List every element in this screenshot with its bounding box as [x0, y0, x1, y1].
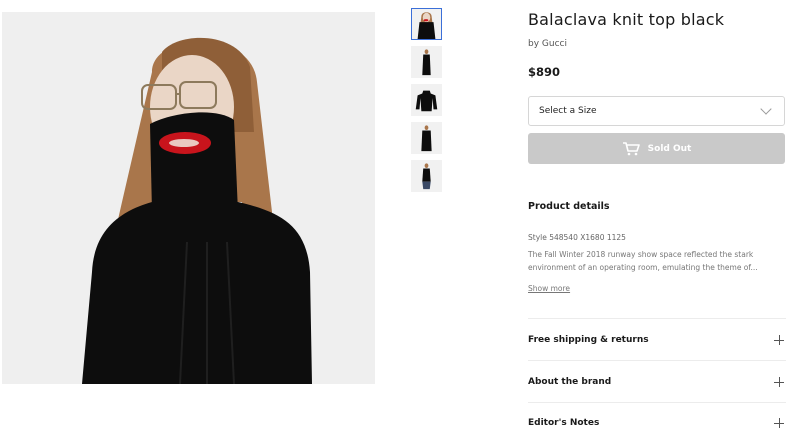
product-price: $890 — [528, 65, 561, 79]
show-more-link[interactable]: Show more — [528, 284, 570, 293]
thumbnail-full-length-side[interactable] — [411, 122, 442, 154]
thumbnail-list — [411, 8, 443, 198]
thumbnail-portrait[interactable] — [411, 8, 442, 40]
accordion-editors-notes[interactable]: Editor's Notes — [528, 403, 786, 440]
product-title: Balaclava knit top black — [528, 10, 725, 29]
divider — [528, 318, 786, 319]
thumbnail-flat-lay[interactable] — [411, 84, 442, 116]
accordion-label: About the brand — [528, 377, 612, 387]
thumbnail-full-length-front[interactable] — [411, 46, 442, 78]
thumbnail-flat-lay-image — [412, 85, 441, 115]
thumbnail-full-length-front-image — [412, 47, 441, 77]
size-select-label: Select a Size — [539, 106, 597, 116]
product-brand: by Gucci — [528, 39, 567, 49]
cart-icon — [622, 141, 640, 155]
plus-icon — [774, 418, 784, 428]
product-main-image[interactable] — [2, 12, 375, 384]
product-details-heading: Product details — [528, 201, 610, 212]
sold-out-label: Sold Out — [647, 143, 692, 154]
chevron-down-icon — [760, 103, 772, 115]
thumbnail-full-length-back-image — [412, 161, 441, 191]
plus-icon — [774, 377, 784, 387]
accordion-label: Free shipping & returns — [528, 335, 649, 345]
divider — [528, 360, 786, 361]
thumbnail-full-length-side-image — [412, 123, 441, 153]
accordion-about-brand[interactable]: About the brand — [528, 362, 786, 402]
product-style-number: Style 548540 X1680 1125 — [528, 233, 626, 242]
thumbnail-portrait-image — [412, 9, 441, 39]
accordion-free-shipping[interactable]: Free shipping & returns — [528, 320, 786, 360]
size-select[interactable]: Select a Size — [528, 96, 785, 126]
thumbnail-full-length-back[interactable] — [411, 160, 442, 192]
product-description: The Fall Winter 2018 runway show space r… — [528, 250, 758, 272]
model-photo — [2, 12, 375, 384]
sold-out-button[interactable]: Sold Out — [528, 133, 785, 164]
plus-icon — [774, 335, 784, 345]
accordion-label: Editor's Notes — [528, 418, 600, 428]
